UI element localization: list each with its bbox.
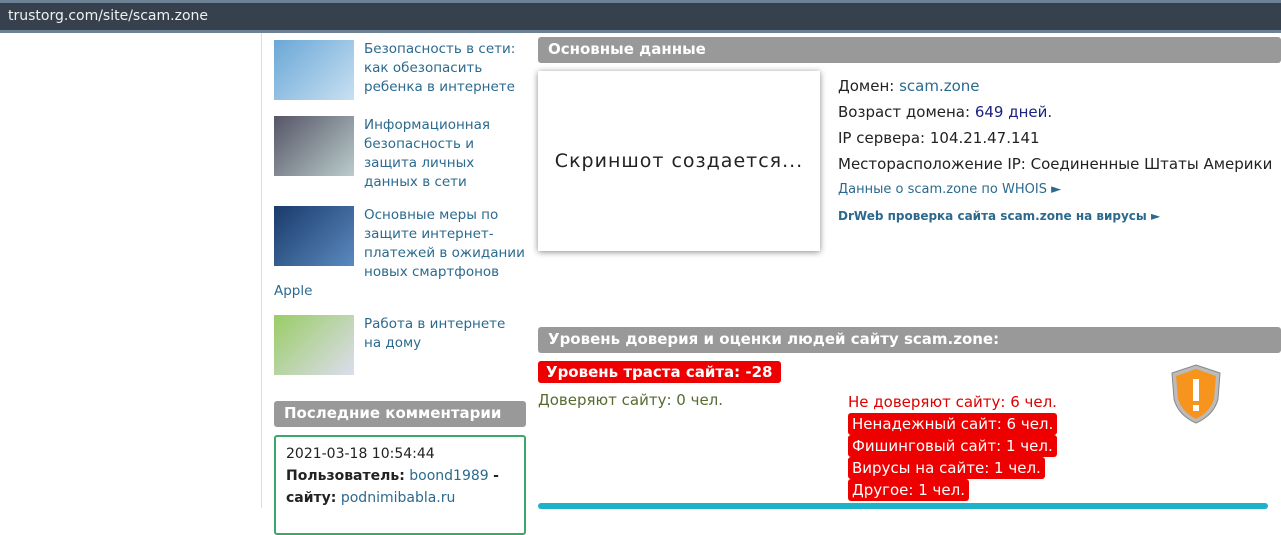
comments-header: Последние комментарии <box>274 401 526 427</box>
ip-label: IP сервера: <box>838 129 926 147</box>
domain-link[interactable]: scam.zone <box>899 77 979 95</box>
user-link[interactable]: boond1989 <box>409 468 488 484</box>
screenshot-placeholder: Скриншот создается... <box>538 71 820 251</box>
site-link[interactable]: podnimibabla.ru <box>341 490 456 506</box>
comment-date: 2021-03-18 10:54:44 <box>286 446 435 462</box>
distrust-list: Не доверяют сайту: 6 чел. Ненадежный сай… <box>848 391 1058 501</box>
location-label: Месторасположение IP: <box>838 155 1026 173</box>
trust-section: Уровень доверия и оценки людей сайту sca… <box>538 327 1281 501</box>
article-link[interactable]: Основные меры по защите интернет-платеже… <box>364 206 526 282</box>
article-link[interactable]: Работа в интернете на дому <box>364 315 526 353</box>
reason-badge: Ненадежный сайт: 6 чел. <box>848 413 1058 435</box>
reason-badge: Фишинговый сайт: 1 чел. <box>848 435 1057 457</box>
drweb-link[interactable]: DrWeb проверка сайта scam.zone на вирусы… <box>838 203 1272 229</box>
article-item[interactable]: Работа в интернете на дому <box>274 315 526 377</box>
main-content: Основные данные Скриншот создается... До… <box>538 37 1281 501</box>
trust-level-badge: Уровень траста сайта: -28 <box>538 361 781 383</box>
whois-link[interactable]: Данные о scam.zone по WHOIS ► <box>838 177 1272 203</box>
reason-badge: Вирусы на сайте: 1 чел. <box>848 457 1045 479</box>
article-item[interactable]: Безопасность в сети: как обезопасить реб… <box>274 40 526 102</box>
dash: - <box>493 468 499 484</box>
article-item[interactable]: Информационная безопасность и защита лич… <box>274 116 526 192</box>
comment-card: 2021-03-18 10:54:44 Пользователь: boond1… <box>274 435 526 535</box>
trust-count: Доверяют сайту: 0 чел. <box>538 391 724 409</box>
article-thumbnail[interactable] <box>274 206 354 266</box>
url-text[interactable]: trustorg.com/site/scam.zone <box>8 8 208 24</box>
article-thumbnail[interactable] <box>274 40 354 100</box>
section-bar <box>538 503 1268 509</box>
blank-pane <box>0 33 262 508</box>
warning-shield-icon <box>1171 364 1221 424</box>
article-item[interactable]: Основные меры по защите интернет-платеже… <box>274 206 526 301</box>
address-bar[interactable]: trustorg.com/site/scam.zone <box>0 0 1281 33</box>
age-value: 649 дней. <box>974 103 1053 121</box>
user-label: Пользователь: <box>286 468 405 484</box>
article-link[interactable]: Информационная безопасность и защита лич… <box>364 116 526 192</box>
age-label: Возраст домена: <box>838 103 971 121</box>
location-value: Соединенные Штаты Америки <box>1030 155 1273 173</box>
article-link-tail[interactable]: Apple <box>274 282 526 301</box>
reason-badge: Другое: 1 чел. <box>848 479 969 501</box>
domain-info: Домен: scam.zone Возраст домена: 649 дне… <box>838 73 1272 229</box>
screenshot-text: Скриншот создается... <box>554 150 804 172</box>
sidebar-column: Безопасность в сети: как обезопасить реб… <box>274 40 526 535</box>
article-thumbnail[interactable] <box>274 116 354 176</box>
domain-label: Домен: <box>838 77 895 95</box>
article-link[interactable]: Безопасность в сети: как обезопасить реб… <box>364 40 526 97</box>
trust-header: Уровень доверия и оценки людей сайту sca… <box>538 327 1281 353</box>
main-header: Основные данные <box>538 37 1281 63</box>
ip-value: 104.21.47.141 <box>929 129 1040 147</box>
distrust-count: Не доверяют сайту: 6 чел. <box>848 393 1057 411</box>
site-label: сайту: <box>286 490 337 506</box>
article-thumbnail[interactable] <box>274 315 354 375</box>
